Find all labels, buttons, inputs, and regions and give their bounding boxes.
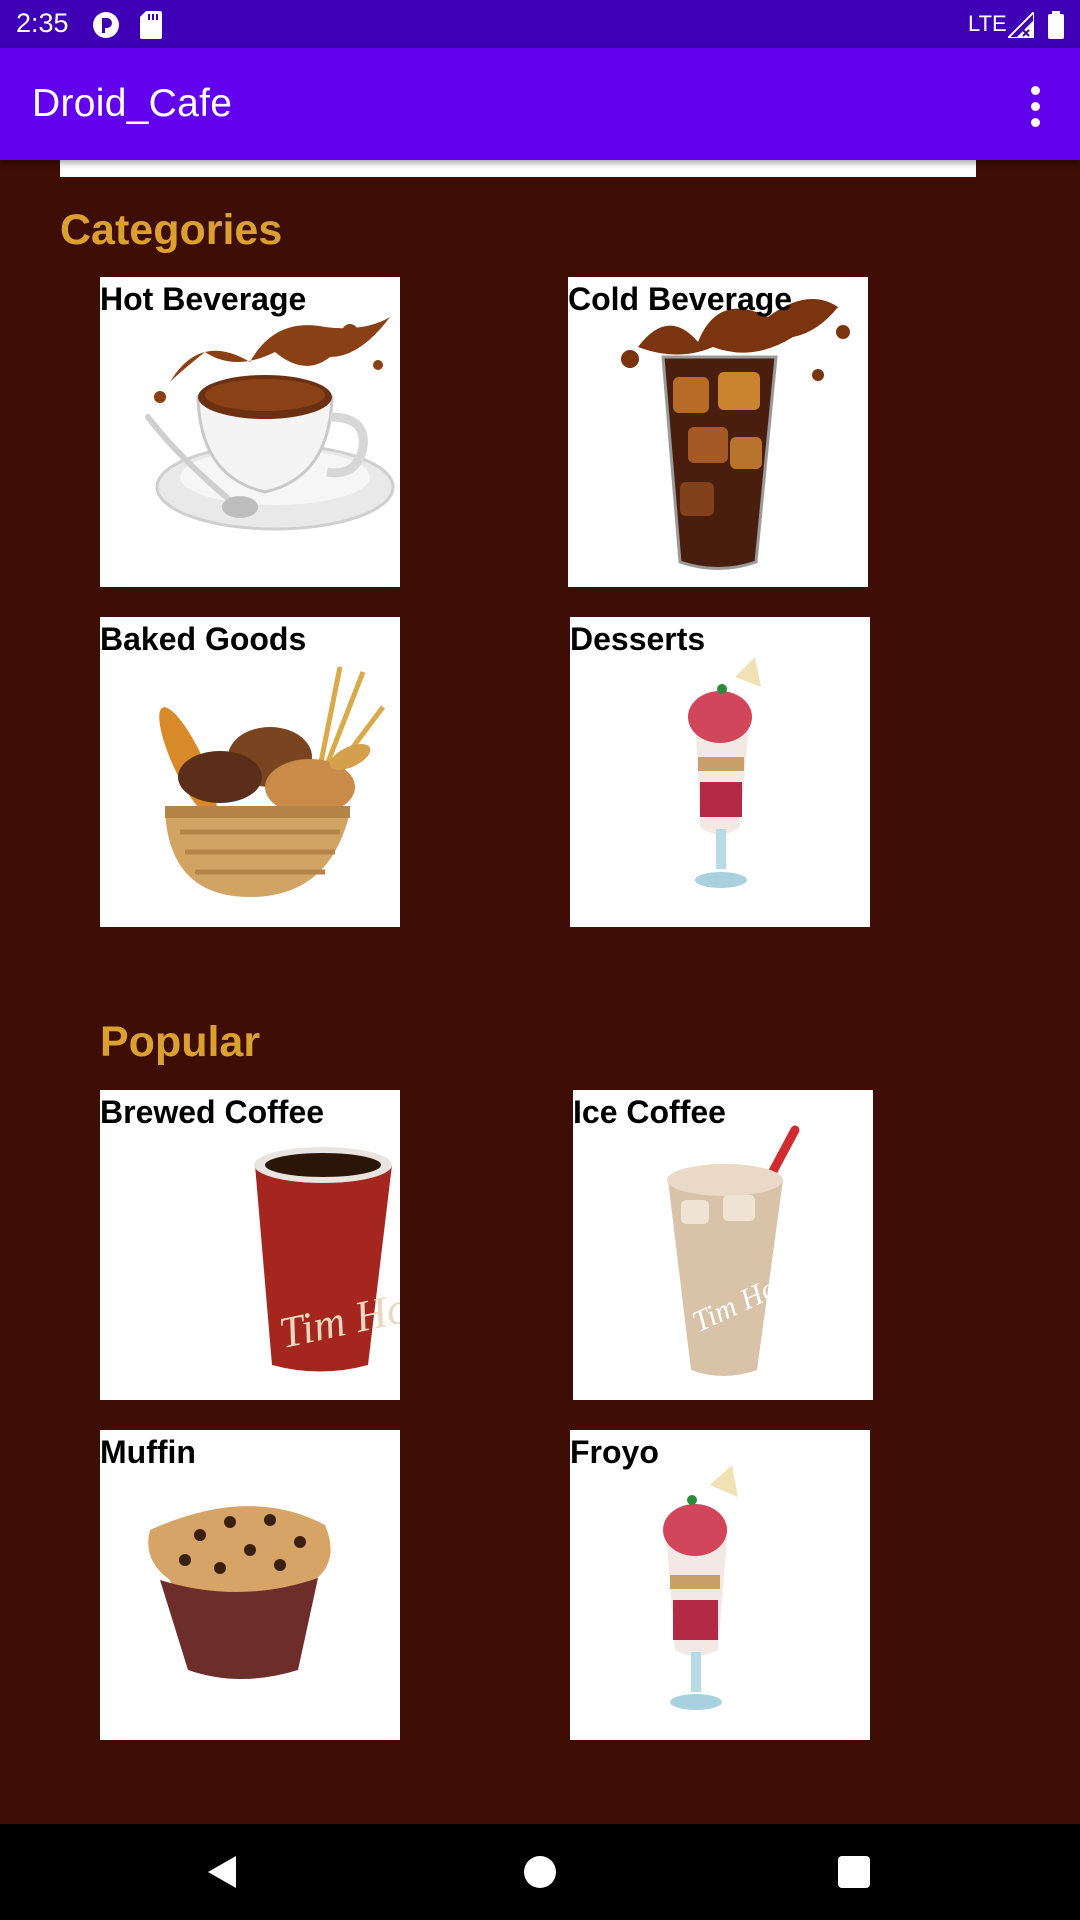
category-label: Baked Goods xyxy=(100,621,307,657)
home-icon[interactable] xyxy=(524,1856,556,1888)
network-type: LTE xyxy=(968,11,1007,36)
popular-title: Popular xyxy=(100,1018,261,1066)
popular-label: Froyo xyxy=(570,1434,659,1470)
category-label: Hot Beverage xyxy=(100,281,307,317)
popular-label: Muffin xyxy=(100,1434,196,1470)
froyo-parfait-icon xyxy=(663,1465,738,1710)
iced-coffee-icon: Tim Hortons xyxy=(667,1125,838,1376)
status-time: 2:35 xyxy=(16,8,69,38)
notification-icon xyxy=(93,12,119,38)
coffee-cup-icon: Tim Ho xyxy=(254,1147,400,1372)
search-bar[interactable] xyxy=(60,160,976,177)
hot-beverage-cup-icon xyxy=(145,317,395,531)
popular-card-brewed-coffee[interactable]: Tim Ho Brewed Coffee xyxy=(100,1090,400,1400)
category-card-hot-beverage[interactable]: Hot Beverage xyxy=(100,277,400,587)
popular-label: Brewed Coffee xyxy=(100,1094,325,1130)
app-title: Droid_Cafe xyxy=(32,82,233,125)
overflow-menu-button[interactable] xyxy=(1018,82,1054,130)
bread-basket-icon xyxy=(159,666,385,897)
navigation-bar xyxy=(0,1824,1080,1920)
popular-card-ice-coffee[interactable]: Tim Hortons Ice Coffee xyxy=(573,1090,873,1400)
category-card-cold-beverage[interactable]: Cold Beverage xyxy=(568,277,868,587)
signal-icon xyxy=(1008,12,1034,38)
category-card-baked-goods[interactable]: Baked Goods xyxy=(100,617,400,927)
status-bar: 2:35 LTE xyxy=(0,0,1080,48)
main-scroll-content[interactable]: Categories Hot Beverage Cold Beverage Ba… xyxy=(0,160,1080,1824)
popular-label: Ice Coffee xyxy=(573,1094,726,1130)
cold-beverage-glass-icon xyxy=(621,299,850,570)
overflow-menu-icon xyxy=(1031,86,1040,95)
app-bar: Droid_Cafe xyxy=(0,48,1080,160)
categories-title: Categories xyxy=(60,206,283,254)
back-icon[interactable] xyxy=(206,1854,238,1890)
category-card-desserts[interactable]: Desserts xyxy=(570,617,870,927)
recents-icon[interactable] xyxy=(838,1856,870,1888)
battery-icon xyxy=(1048,11,1064,39)
popular-card-froyo[interactable]: Froyo xyxy=(570,1430,870,1740)
muffin-icon xyxy=(148,1506,331,1679)
popular-card-muffin[interactable]: Muffin xyxy=(100,1430,400,1740)
parfait-icon xyxy=(688,657,761,888)
category-label: Desserts xyxy=(570,621,706,657)
category-label: Cold Beverage xyxy=(568,281,793,317)
sd-card-icon xyxy=(140,11,162,39)
